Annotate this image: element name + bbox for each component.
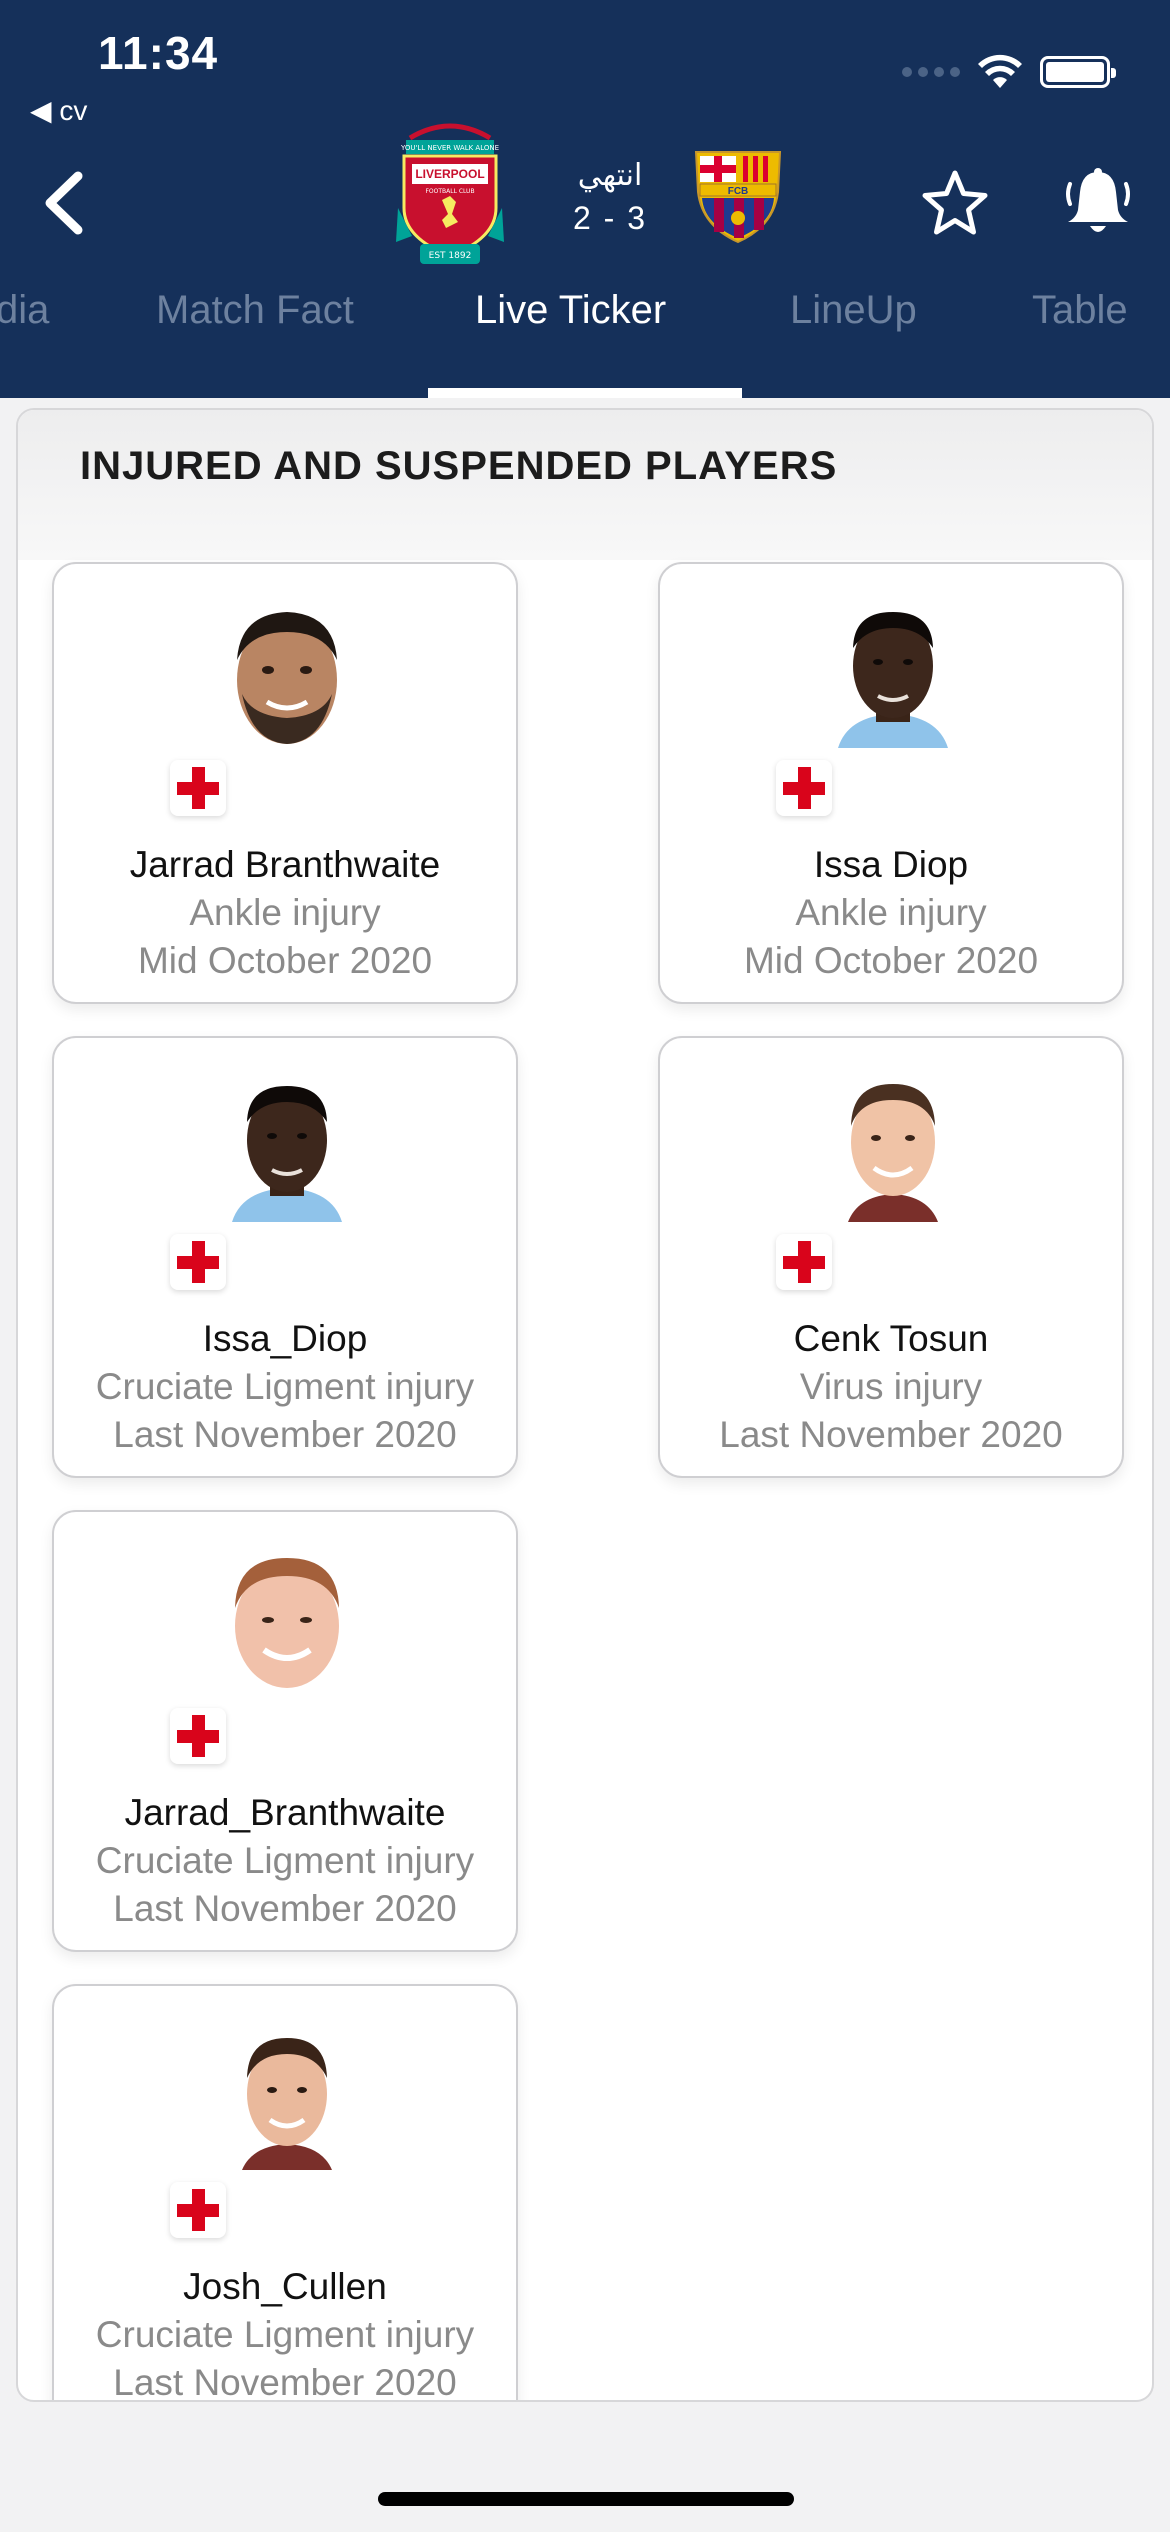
tab-live-ticker[interactable]: Live Ticker (475, 288, 666, 333)
player-avatar-icon (848, 1084, 938, 1222)
expected-return: Last November 2020 (719, 1414, 1063, 1455)
away-club-logo[interactable]: FCB (690, 148, 786, 244)
tab-lineup[interactable]: LineUp (790, 288, 917, 333)
expected-return: Last November 2020 (113, 2362, 457, 2402)
tab-match-fact[interactable]: Match Fact (156, 288, 354, 333)
injury-reason: Cruciate Ligment injury (95, 2314, 475, 2355)
return-app-label: cv (59, 95, 88, 126)
star-outline-icon[interactable] (920, 168, 990, 238)
player-name: Issa Diop (813, 844, 969, 885)
player-card[interactable]: Jarrad_Branthwaite Cruciate Ligment inju… (52, 1510, 518, 1952)
logo-away-text: FCB (728, 186, 749, 197)
return-to-app[interactable]: ◀ cv (30, 94, 87, 127)
player-name: Cenk Tosun (793, 1318, 989, 1359)
player-card[interactable]: Josh_Cullen Cruciate Ligment injury Last… (52, 1984, 518, 2402)
red-cross-icon (776, 760, 832, 816)
home-club-logo[interactable]: YOU'LL NEVER WALK ALONE LIVERPOOL FOOTBA… (390, 116, 510, 272)
red-cross-icon (170, 760, 226, 816)
player-avatar-icon (242, 2038, 332, 2170)
injury-reason: Cruciate Ligment injury (95, 1840, 475, 1881)
player-photo (212, 1072, 362, 1222)
injury-reason: Ankle injury (795, 892, 987, 933)
tab-media[interactable]: dia (0, 288, 49, 333)
expected-return: Mid October 2020 (137, 940, 433, 981)
player-name: Josh_Cullen (183, 2266, 387, 2307)
wifi-icon (978, 54, 1022, 88)
player-photo (818, 598, 968, 748)
player-card[interactable]: Issa_Diop Cruciate Ligment injury Last N… (52, 1036, 518, 1478)
match-status: انتهي (577, 158, 643, 193)
red-cross-icon (170, 1708, 226, 1764)
panel-header: INJURED AND SUSPENDED PLAYERS (18, 410, 1152, 560)
red-cross-icon (170, 1234, 226, 1290)
player-card[interactable]: Issa Diop Ankle injury Mid October 2020 (658, 562, 1124, 1004)
player-name: Jarrad_Branthwaite (124, 1792, 446, 1833)
cellular-signal-icon (902, 67, 960, 77)
red-cross-icon (776, 1234, 832, 1290)
player-avatar-icon (235, 1558, 339, 1688)
status-indicators (902, 54, 1116, 90)
injury-reason: Virus injury (799, 1366, 983, 1407)
injured-players-panel: INJURED AND SUSPENDED PLAYERS Jarrad Bra… (16, 408, 1154, 2402)
injury-reason: Ankle injury (189, 892, 381, 933)
logo-sub: FOOTBALL CLUB (425, 188, 474, 195)
battery-icon (1040, 56, 1116, 88)
player-avatar-icon (232, 1086, 342, 1222)
chevron-left-icon[interactable] (38, 168, 94, 238)
match-score: 2 - 3 (572, 200, 648, 236)
logo-name: LIVERPOOL (415, 167, 484, 181)
expected-return: Mid October 2020 (743, 940, 1039, 981)
injury-reason: Cruciate Ligment injury (95, 1366, 475, 1407)
logo-est: EST 1892 (429, 251, 472, 261)
player-avatar-icon (237, 612, 337, 744)
active-tab-indicator (428, 388, 742, 398)
player-photo (212, 1546, 362, 1696)
expected-return: Last November 2020 (113, 1888, 457, 1929)
tab-table[interactable]: Table (1032, 288, 1128, 333)
red-cross-icon (170, 2182, 226, 2238)
player-avatar-icon (838, 612, 948, 748)
player-name: Jarrad Branthwaite (129, 844, 441, 885)
logo-motto: YOU'LL NEVER WALK ALONE (400, 144, 499, 152)
player-photo (212, 598, 362, 748)
match-header: 11:34 ◀ cv YOU'LL NEVER WALK ALONE LIVER… (0, 0, 1170, 398)
back-triangle-icon: ◀ (30, 95, 52, 126)
home-indicator[interactable] (378, 2492, 794, 2506)
status-time: 11:34 (98, 27, 219, 79)
section-title: INJURED AND SUSPENDED PLAYERS (80, 444, 838, 488)
bell-icon[interactable] (1064, 166, 1132, 238)
expected-return: Last November 2020 (113, 1414, 457, 1455)
player-card[interactable]: Jarrad Branthwaite Ankle injury Mid Octo… (52, 562, 518, 1004)
tab-bar: dia Match Fact Live Ticker LineUp Table (0, 288, 1170, 398)
player-photo (818, 1072, 968, 1222)
player-card[interactable]: Cenk Tosun Virus injury Last November 20… (658, 1036, 1124, 1478)
player-photo (212, 2020, 362, 2170)
player-name: Issa_Diop (202, 1318, 368, 1359)
